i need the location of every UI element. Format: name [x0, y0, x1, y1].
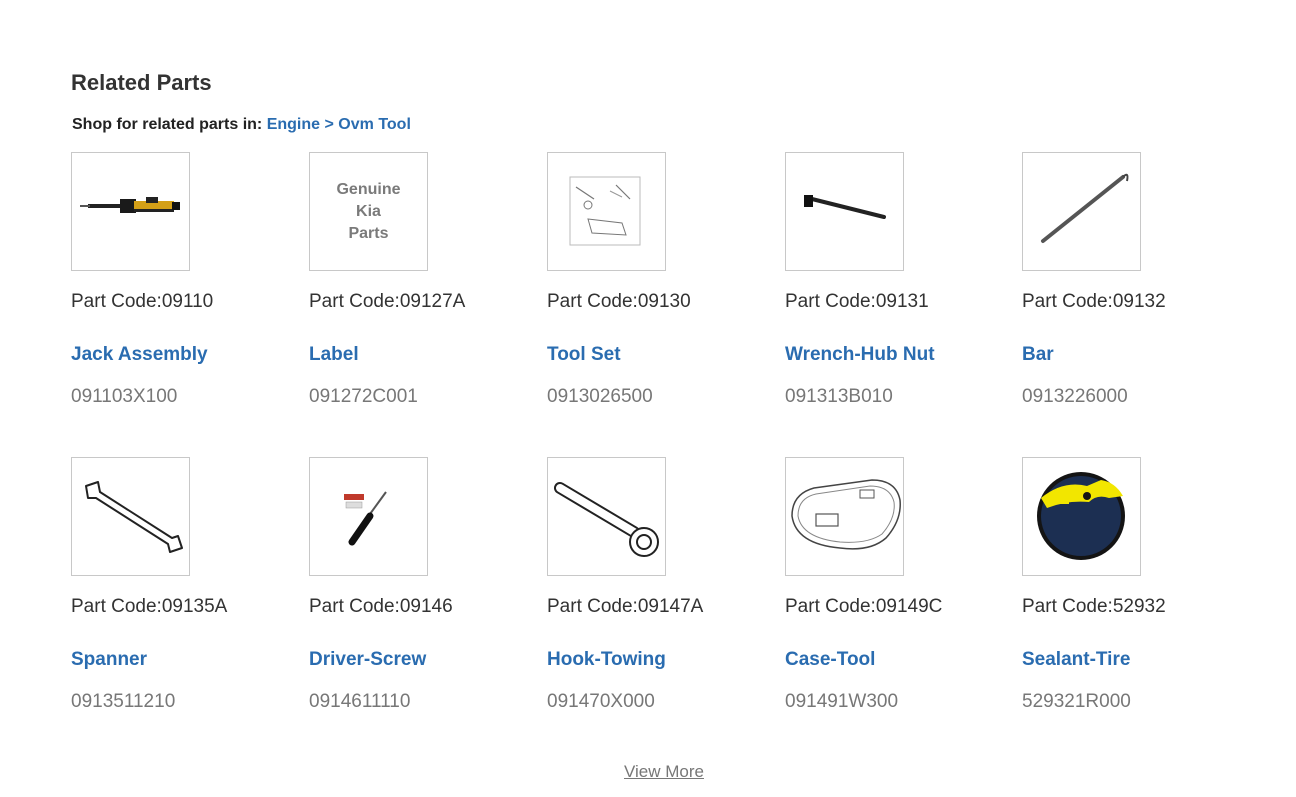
part-code: Part Code:09110	[71, 291, 213, 313]
part-code-value: 09135A	[161, 596, 228, 617]
shop-prefix: Shop for related parts in:	[72, 116, 263, 133]
part-card: Part Code:52932 Sealant-Tire 529321R000	[1022, 457, 1222, 712]
part-thumbnail[interactable]	[547, 152, 666, 271]
part-number: 091272C001	[309, 386, 418, 407]
part-number: 529321R000	[1022, 691, 1131, 712]
tool-set-diagram-icon	[569, 176, 641, 246]
part-code-label: Part Code:	[309, 291, 400, 312]
jack-icon	[80, 197, 180, 213]
part-code-value: 09130	[637, 291, 691, 312]
shop-related-line: Shop for related parts in: Engine > Ovm …	[72, 116, 411, 134]
part-code: Part Code:52932	[1022, 596, 1166, 618]
part-code-label: Part Code:	[71, 291, 162, 312]
part-name-link[interactable]: Case-Tool	[785, 649, 875, 671]
part-thumbnail[interactable]	[71, 152, 190, 271]
hub-wrench-icon	[804, 195, 886, 219]
part-thumbnail[interactable]	[1022, 457, 1141, 576]
part-card: Part Code:09149C Case-Tool 091491W300	[785, 457, 985, 712]
part-name-link[interactable]: Wrench-Hub Nut	[785, 344, 935, 366]
tow-hook-icon	[554, 482, 659, 557]
part-thumbnail[interactable]	[71, 457, 190, 576]
part-thumbnail[interactable]	[785, 152, 904, 271]
part-card: Part Code:09130 Tool Set 0913026500	[547, 152, 747, 407]
part-number: 0913226000	[1022, 386, 1128, 407]
part-code-label: Part Code:	[71, 596, 162, 617]
view-more-link[interactable]: View More	[624, 762, 704, 782]
part-thumbnail[interactable]	[785, 457, 904, 576]
part-code: Part Code:09135A	[71, 596, 227, 618]
part-card: Part Code:09132 Bar 0913226000	[1022, 152, 1222, 407]
part-code: Part Code:09130	[547, 291, 691, 313]
tool-case-icon	[791, 479, 901, 550]
crumb-ovm-tool-link[interactable]: Ovm Tool	[338, 116, 411, 133]
part-code: Part Code:09146	[309, 596, 453, 618]
part-name-link[interactable]: Tool Set	[547, 344, 621, 366]
part-card: Genuine Kia Parts Part Code:09127A Label…	[309, 152, 509, 407]
part-name-link[interactable]: Driver-Screw	[309, 649, 426, 671]
part-card: Part Code:09147A Hook-Towing 091470X000	[547, 457, 747, 712]
part-code-label: Part Code:	[547, 291, 638, 312]
part-name-link[interactable]: Jack Assembly	[71, 344, 208, 366]
part-code-value: 52932	[1112, 596, 1166, 617]
part-code-label: Part Code:	[785, 596, 876, 617]
part-name-link[interactable]: Bar	[1022, 344, 1054, 366]
placeholder-line: Parts	[348, 224, 389, 242]
part-code-label: Part Code:	[785, 291, 876, 312]
part-number: 091103X100	[71, 386, 178, 407]
part-code-label: Part Code:	[309, 596, 400, 617]
part-number: 0913511210	[71, 691, 176, 712]
part-code-label: Part Code:	[1022, 291, 1113, 312]
part-thumbnail[interactable]	[1022, 152, 1141, 271]
crumb-separator: >	[324, 116, 334, 133]
part-thumbnail[interactable]	[309, 457, 428, 576]
genuine-kia-placeholder: Genuine Kia Parts	[336, 179, 400, 245]
part-card: Part Code:09110 Jack Assembly 091103X100	[71, 152, 271, 407]
crumb-engine-link[interactable]: Engine	[267, 116, 320, 133]
part-thumbnail[interactable]	[547, 457, 666, 576]
part-card: Part Code:09135A Spanner 0913511210	[71, 457, 271, 712]
part-code: Part Code:09132	[1022, 291, 1166, 313]
part-name-link[interactable]: Spanner	[71, 649, 147, 671]
part-name-link[interactable]: Hook-Towing	[547, 649, 666, 671]
part-code-value: 09147A	[637, 596, 704, 617]
part-code-value: 09149C	[875, 596, 943, 617]
part-name-link[interactable]: Label	[309, 344, 359, 366]
part-number: 0913026500	[547, 386, 653, 407]
part-name-link[interactable]: Sealant-Tire	[1022, 649, 1130, 671]
tire-sealant-icon	[1037, 472, 1125, 560]
part-code-value: 09110	[161, 291, 214, 312]
part-number: 091470X000	[547, 691, 655, 712]
spanner-icon	[85, 481, 183, 553]
part-code: Part Code:09127A	[309, 291, 465, 313]
part-code-label: Part Code:	[1022, 596, 1113, 617]
section-title: Related Parts	[71, 70, 212, 95]
part-number: 091313B010	[785, 386, 893, 407]
part-code-value: 09132	[1112, 291, 1166, 312]
part-code-label: Part Code:	[547, 596, 638, 617]
related-parts-page: Related Parts Shop for related parts in:…	[0, 0, 1296, 797]
part-number: 091491W300	[785, 691, 899, 712]
part-code-value: 09127A	[399, 291, 466, 312]
part-code: Part Code:09131	[785, 291, 929, 313]
part-thumbnail[interactable]: Genuine Kia Parts	[309, 152, 428, 271]
part-card: Part Code:09131 Wrench-Hub Nut 091313B01…	[785, 152, 985, 407]
screwdriver-icon	[344, 491, 387, 546]
part-card: Part Code:09146 Driver-Screw 0914611110	[309, 457, 509, 712]
placeholder-line: Genuine	[336, 180, 401, 198]
placeholder-line: Kia	[356, 202, 381, 220]
part-number: 0914611110	[309, 691, 411, 712]
part-code: Part Code:09147A	[547, 596, 703, 618]
part-code-value: 09131	[875, 291, 929, 312]
part-code-value: 09146	[399, 596, 453, 617]
part-code: Part Code:09149C	[785, 596, 942, 618]
bar-icon	[1041, 173, 1129, 243]
